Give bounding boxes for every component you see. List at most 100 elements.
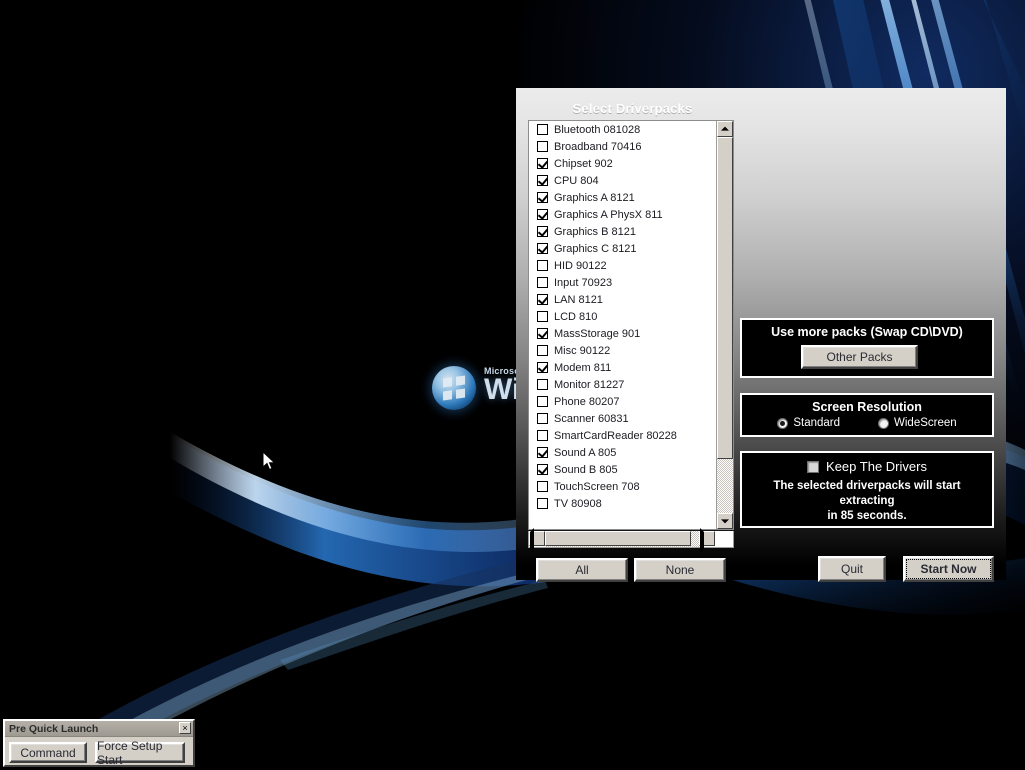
driverpack-list-item[interactable]: TouchScreen 708 [529, 478, 715, 495]
driverpack-label: Input 70923 [554, 276, 613, 289]
select-all-button[interactable]: All [536, 558, 628, 582]
keep-drivers-checkbox[interactable] [807, 460, 820, 473]
driverpack-label: CPU 804 [554, 174, 599, 187]
select-driverpacks-dialog: Select Driverpacks Bluetooth 081028 Broad… [516, 88, 1006, 582]
driverpack-list-item[interactable]: MassStorage 901 [529, 325, 715, 342]
driverpack-label: Modem 811 [554, 361, 612, 374]
driverpack-label: Sound B 805 [554, 463, 618, 476]
radio-widescreen[interactable]: WideScreen [878, 417, 957, 429]
driverpack-list-item[interactable]: TV 80908 [529, 495, 715, 512]
driverpack-checkbox[interactable] [537, 192, 548, 203]
start-now-button[interactable]: Start Now [903, 556, 994, 582]
pre-quick-launch-body: Command Force Setup Start [5, 737, 193, 767]
driverpack-checkbox[interactable] [537, 277, 548, 288]
driverpack-checkbox[interactable] [537, 328, 548, 339]
driverpack-checkbox[interactable] [537, 294, 548, 305]
driverpack-checkbox[interactable] [537, 209, 548, 220]
close-icon[interactable]: × [179, 722, 191, 734]
driverpack-list-item[interactable]: Scanner 60831 [529, 410, 715, 427]
driverpack-list-item[interactable]: Sound B 805 [529, 461, 715, 478]
driverpack-checkbox[interactable] [537, 430, 548, 441]
driverpack-list-item[interactable]: Graphics C 8121 [529, 240, 715, 257]
extract-countdown-message: The selected driverpacks will start extr… [742, 479, 992, 524]
command-button[interactable]: Command [9, 742, 87, 763]
driverpack-list-item[interactable]: Graphics A 8121 [529, 189, 715, 206]
driverpack-list-item[interactable]: LAN 8121 [529, 291, 715, 308]
driverpack-checkbox[interactable] [537, 311, 548, 322]
driverpack-checkbox[interactable] [537, 243, 548, 254]
driverpack-list-item[interactable]: Chipset 902 [529, 155, 715, 172]
driverpack-checkbox[interactable] [537, 124, 548, 135]
driverpack-label: Graphics A PhysX 811 [554, 208, 663, 221]
driverpack-list-item[interactable]: Modem 811 [529, 359, 715, 376]
select-none-button[interactable]: None [634, 558, 726, 582]
radio-widescreen-icon[interactable] [878, 417, 890, 429]
driverpack-label: Graphics A 8121 [554, 191, 635, 204]
arrow-left-icon [530, 528, 534, 553]
driverpack-checkbox[interactable] [537, 260, 548, 271]
windows-orb-icon [432, 366, 476, 410]
pre-quick-launch-titlebar[interactable]: Pre Quick Launch × [5, 721, 193, 737]
driverpack-checkbox[interactable] [537, 464, 548, 475]
scroll-left-icon[interactable] [529, 528, 545, 553]
driverpack-checkbox[interactable] [537, 175, 548, 186]
driverpack-checkbox[interactable] [537, 447, 548, 458]
driverpack-label: Misc 90122 [554, 344, 611, 357]
vertical-scrollbar-thumb[interactable] [717, 137, 733, 459]
arrow-right-icon [700, 528, 704, 553]
driverpack-label: Graphics B 8121 [554, 225, 636, 238]
screen-resolution-title: Screen Resolution [812, 400, 922, 414]
other-packs-button[interactable]: Other Packs [801, 345, 918, 369]
driverpack-list-item[interactable]: Graphics B 8121 [529, 223, 715, 240]
driverpack-label: Chipset 902 [554, 157, 613, 170]
horizontal-scrollbar-thumb[interactable] [545, 531, 691, 546]
driverpack-list-item[interactable]: Bluetooth 081028 [529, 121, 715, 138]
driverpack-list-item[interactable]: CPU 804 [529, 172, 715, 189]
scroll-up-icon[interactable] [717, 121, 733, 137]
driverpack-label: HID 90122 [554, 259, 607, 272]
radio-widescreen-label: WideScreen [894, 417, 957, 429]
driverpack-list-item[interactable]: Input 70923 [529, 274, 715, 291]
driverpack-list-item[interactable]: Phone 80207 [529, 393, 715, 410]
driverpack-list-item[interactable]: Monitor 81227 [529, 376, 715, 393]
use-more-packs-group: Use more packs (Swap CD\DVD) Other Packs [740, 318, 994, 378]
horizontal-scrollbar-track[interactable] [545, 531, 699, 547]
keep-drivers-row[interactable]: Keep The Drivers [742, 459, 992, 474]
force-setup-start-button[interactable]: Force Setup Start [95, 739, 185, 767]
horizontal-scrollbar[interactable] [528, 528, 734, 553]
driverpacks-list: Bluetooth 081028 Broadband 70416 Chipset 9… [529, 121, 715, 512]
vertical-scrollbar[interactable] [716, 121, 733, 529]
driverpack-label: LAN 8121 [554, 293, 603, 306]
radio-standard[interactable]: Standard [777, 417, 840, 429]
driverpack-checkbox[interactable] [537, 396, 548, 407]
scroll-right-icon[interactable] [699, 528, 715, 553]
driverpack-list-item[interactable]: Sound A 805 [529, 444, 715, 461]
vertical-scrollbar-track[interactable] [717, 137, 733, 513]
dialog-title: Select Driverpacks [572, 101, 693, 116]
driverpack-label: Graphics C 8121 [554, 242, 637, 255]
driverpack-checkbox[interactable] [537, 413, 548, 424]
driverpack-list-item[interactable]: SmartCardReader 80228 [529, 427, 715, 444]
driverpack-list-item[interactable]: Graphics A PhysX 811 [529, 206, 715, 223]
driverpack-checkbox[interactable] [537, 379, 548, 390]
driverpack-list-item[interactable]: Broadband 70416 [529, 138, 715, 155]
driverpack-checkbox[interactable] [537, 141, 548, 152]
driverpack-list-item[interactable]: Misc 90122 [529, 342, 715, 359]
driverpack-label: TV 80908 [554, 497, 602, 510]
driverpack-checkbox[interactable] [537, 362, 548, 373]
driverpack-checkbox[interactable] [537, 226, 548, 237]
driverpack-list-item[interactable]: LCD 810 [529, 308, 715, 325]
quit-button[interactable]: Quit [818, 556, 886, 582]
radio-standard-icon[interactable] [777, 417, 789, 429]
driverpack-checkbox[interactable] [537, 481, 548, 492]
driverpack-label: TouchScreen 708 [554, 480, 640, 493]
driverpack-list-item[interactable]: HID 90122 [529, 257, 715, 274]
scroll-down-icon[interactable] [717, 513, 733, 529]
pre-quick-launch-window: Pre Quick Launch × Command Force Setup S… [3, 719, 195, 767]
driverpack-checkbox[interactable] [537, 345, 548, 356]
driverpacks-listbox[interactable]: Bluetooth 081028 Broadband 70416 Chipset 9… [528, 120, 734, 530]
driverpack-label: Broadband 70416 [554, 140, 642, 153]
driverpack-label: Monitor 81227 [554, 378, 625, 391]
driverpack-checkbox[interactable] [537, 158, 548, 169]
driverpack-checkbox[interactable] [537, 498, 548, 509]
